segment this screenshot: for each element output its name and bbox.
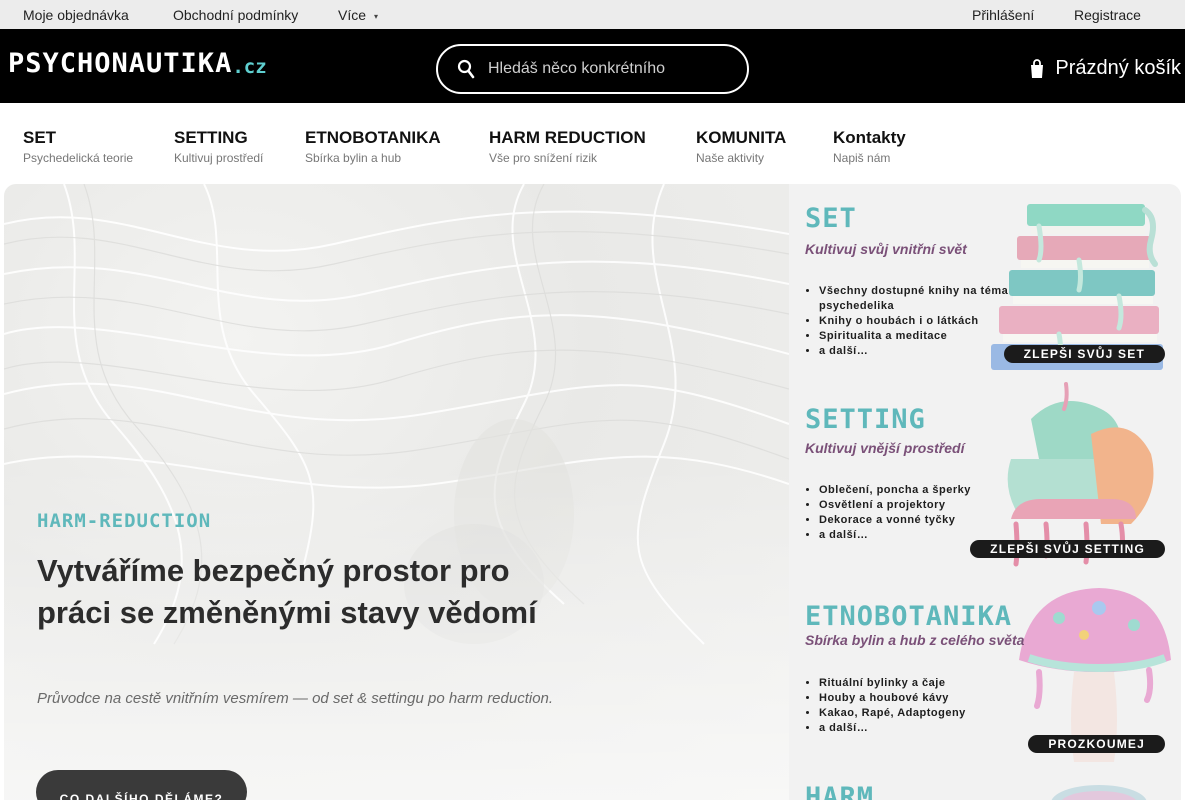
list-item: Všechny dostupné knihy na téma psychedel… [819,284,1039,314]
search-icon[interactable] [457,59,475,79]
register-link[interactable]: Registrace [1074,7,1141,23]
nav-item-set[interactable]: SET Psychedelická teorie [23,129,133,165]
nav-item-subtitle: Napiš nám [833,151,891,165]
my-order-link[interactable]: Moje objednávka [23,7,129,23]
card-subtitle: Sbírka bylin a hub z celého světa [805,632,1025,648]
nav-item-harm-reduction[interactable]: HARM REDUCTION Vše pro snížení rizik [489,129,646,165]
category-card-etnobotanika[interactable]: ETNOBOTANIKA Sbírka bylin a hub z celého… [789,574,1181,769]
list-item: Knihy o houbách i o látkách [819,314,1039,329]
nav-item-subtitle: Kultivuj prostředí [174,151,264,165]
nav-item-subtitle: Naše aktivity [696,151,765,165]
category-card-setting[interactable]: SETTING Kultivuj vnější prostředí Obleče… [789,379,1181,574]
cart-label: Prázdný košík [1055,57,1181,79]
top-utility-bar: Moje objednávka Obchodní podmínky Více ▾ … [0,0,1185,29]
card-title: ETNOBOTANIKA [805,601,1013,632]
nav-item-title: HARM REDUCTION [489,128,646,147]
nav-item-subtitle: Sbírka bylin a hub [305,151,402,165]
nav-item-title: SET [23,128,57,147]
nav-item-title: Kontakty [833,128,906,147]
nav-item-title: SETTING [174,128,248,147]
harm-reduction-illustration [1051,785,1147,800]
card-subtitle: Kultivuj svůj vnitřní svět [805,241,967,257]
improve-set-button[interactable]: ZLEPŠI SVŮJ SET [1003,345,1165,363]
list-item: a další… [819,721,1039,736]
category-card-set[interactable]: SET Kultivuj svůj vnitřní svět Všechny d… [789,184,1181,379]
nav-item-subtitle: Vše pro snížení rizik [489,151,598,165]
main-navigation: SET Psychedelická teorie SETTING Kultivu… [0,103,1185,184]
login-link[interactable]: Přihlášení [972,7,1034,23]
list-item: Houby a houbové kávy [819,691,1039,706]
nav-item-komunita[interactable]: KOMUNITA Naše aktivity [696,129,786,165]
list-item: Osvětlení a projektory [819,498,1039,513]
search-box [436,44,749,94]
card-title: SET [805,203,857,234]
nav-item-title: ETNOBOTANIKA [305,128,441,147]
site-logo[interactable]: PSYCHONAUTIKA .cz [8,49,267,79]
cart-icon [1031,58,1044,78]
nav-item-title: KOMUNITA [696,128,787,147]
caret-down-icon: ▾ [374,11,379,21]
list-item: Rituální bylinky a čaje [819,676,1039,691]
list-item: Dekorace a vonné tyčky [819,513,1039,528]
card-feature-list: Oblečení, poncha a šperky Osvětlení a pr… [819,483,1039,543]
explore-button[interactable]: PROZKOUMEJ [1028,735,1165,753]
logo-wordmark: PSYCHONAUTIKA [8,48,233,79]
card-feature-list: Rituální bylinky a čaje Houby a houbové … [819,676,1039,736]
hero-banner: HARM-REDUCTION Vytváříme bezpečný prosto… [4,184,789,800]
terms-link[interactable]: Obchodní podmínky [173,7,298,23]
nav-item-kontakty[interactable]: Kontakty Napiš nám [833,129,906,165]
nav-item-setting[interactable]: SETTING Kultivuj prostředí [174,129,263,165]
card-title: SETTING [805,404,926,435]
hero-title: Vytváříme bezpečný prostor pro práci se … [37,553,537,630]
nav-item-etnobotanika[interactable]: ETNOBOTANIKA Sbírka bylin a hub [305,129,441,165]
hero-kicker: HARM-REDUCTION [37,510,212,532]
nav-item-subtitle: Psychedelická teorie [23,151,134,165]
card-title: HARM [805,782,875,800]
logo-tld: .cz [232,56,267,78]
search-input[interactable] [488,58,728,80]
cart-button[interactable]: Prázdný košík [1029,57,1181,80]
card-subtitle: Kultivuj vnější prostředí [805,440,965,456]
list-item: Kakao, Rapé, Adaptogeny [819,706,1039,721]
site-header: PSYCHONAUTIKA.cz Prázdný košík [0,29,1185,103]
category-card-harm-reduction[interactable]: HARM [789,769,1181,800]
more-menu[interactable]: Více ▾ [338,7,378,23]
more-label: Více [338,7,367,23]
improve-setting-button[interactable]: ZLEPŠI SVŮJ SETTING [970,540,1165,558]
list-item: Oblečení, poncha a šperky [819,483,1039,498]
hero-subtitle: Průvodce na cestě vnitřním vesmírem — od… [37,690,554,707]
what-else-we-do-button[interactable]: CO DALŠÍHO DĚLÁME? [36,770,247,800]
list-item: Spiritualita a meditace [819,329,1039,344]
